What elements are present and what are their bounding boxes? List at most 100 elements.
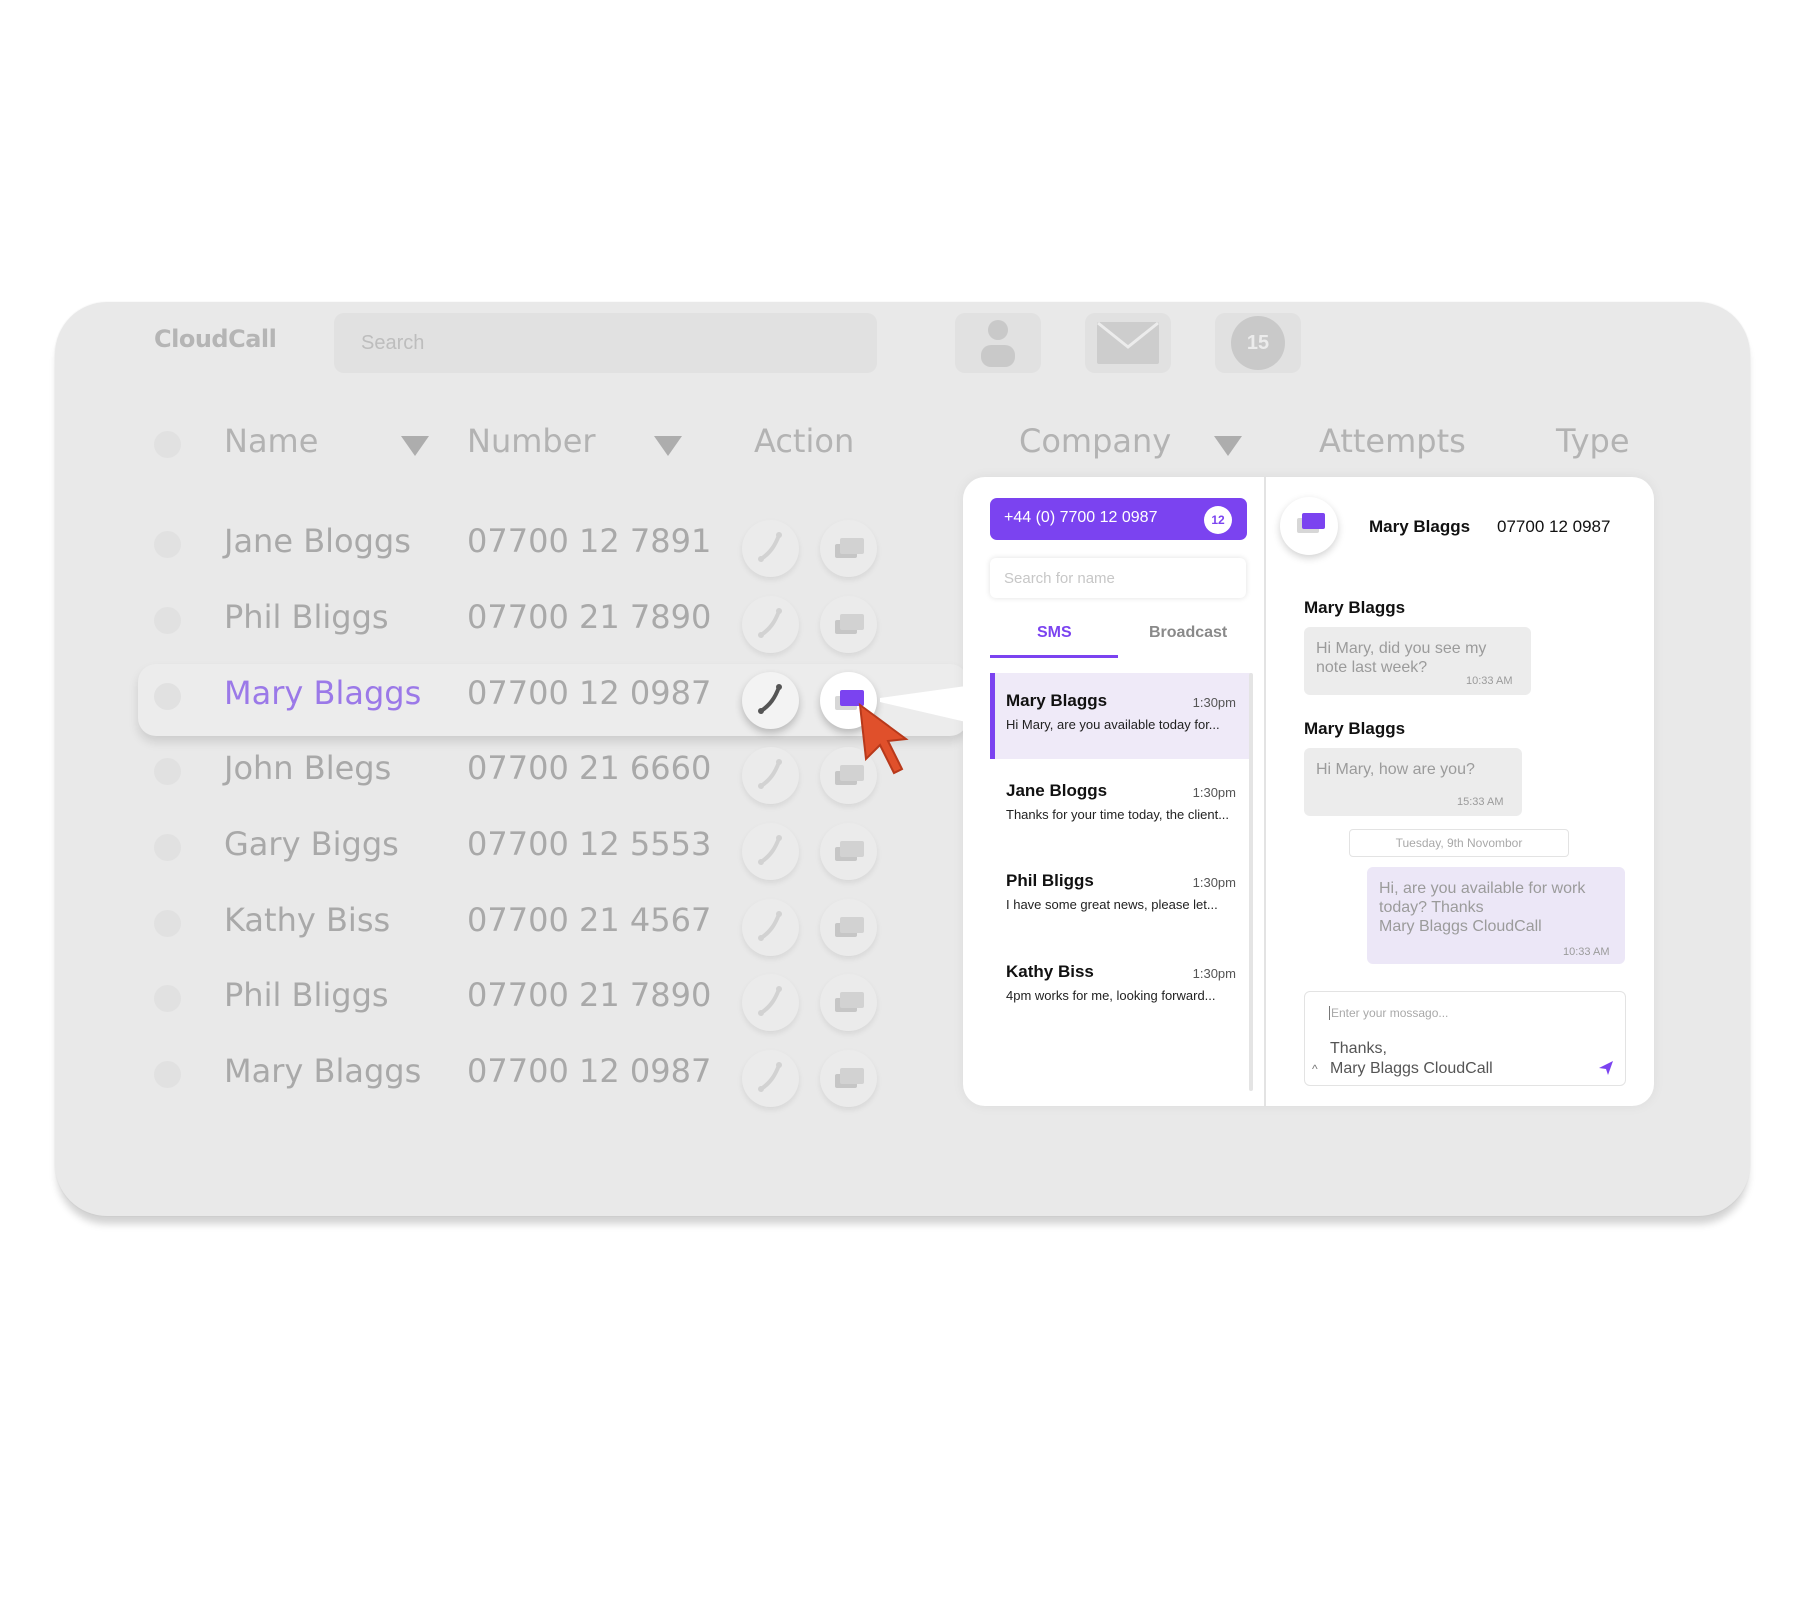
contact-name: Gary Biggs: [224, 825, 399, 863]
contact-number: 07700 12 0987: [467, 674, 712, 712]
conversation-name: Kathy Biss: [1006, 962, 1094, 981]
conversation-preview: Thanks for your time today, the client..…: [1006, 807, 1230, 822]
contact-number: 07700 12 0987: [467, 1052, 712, 1090]
sort-company-icon[interactable]: [1214, 436, 1242, 456]
select-all-checkbox[interactable]: [154, 431, 181, 458]
contact-number: 07700 12 5553: [467, 825, 712, 863]
conversation-item[interactable]: Phil Bliggs 1:30pm I have some great new…: [990, 853, 1252, 939]
conversation-time: 1:30pm: [1192, 966, 1236, 981]
search-placeholder: Search: [361, 332, 425, 354]
active-tab-indicator: [990, 655, 1118, 658]
notifications-button[interactable]: 15: [1215, 313, 1301, 373]
conversation-search-input[interactable]: Search for name: [990, 558, 1246, 598]
unread-count-badge: 12: [1204, 506, 1232, 534]
search-input[interactable]: Search: [334, 313, 877, 373]
sms-button[interactable]: [820, 596, 877, 653]
message-line: Hi, are you available for work: [1379, 880, 1586, 897]
conversation-item[interactable]: Kathy Biss 1:30pm 4pm works for me, look…: [990, 944, 1252, 1030]
message-text: Hi Mary, did you see my note last week?: [1316, 639, 1486, 677]
message-compose-field[interactable]: Enter your mossago... Thanks, ^ Mary Bla…: [1304, 991, 1626, 1086]
sms-button[interactable]: [820, 899, 877, 956]
contact-name: Mary Blaggs: [224, 674, 422, 712]
call-button[interactable]: [742, 974, 799, 1031]
contact-number: 07700 21 4567: [467, 901, 712, 939]
contact-name: Jane Bloggs: [224, 522, 411, 560]
contact-number: 07700 21 7890: [467, 976, 712, 1014]
contact-number: 07700 12 7891: [467, 522, 712, 560]
chat-icon: [835, 538, 864, 558]
header-action: Action: [754, 422, 855, 460]
header-type: Type: [1556, 422, 1630, 460]
chat-icon: [835, 841, 864, 861]
phone-icon: [758, 759, 782, 789]
message-text: Hi Mary, how are you?: [1316, 761, 1475, 778]
signature-line: Mary Blaggs CloudCall: [1330, 1060, 1493, 1077]
phone-icon: [758, 911, 782, 941]
phone-icon: [758, 608, 782, 638]
date-separator-text: Tuesday, 9th Novombor: [1395, 836, 1523, 850]
sms-button[interactable]: [820, 974, 877, 1031]
message-line: today? Thanks: [1379, 899, 1484, 916]
sms-button[interactable]: [820, 823, 877, 880]
call-button[interactable]: [742, 596, 799, 653]
notification-badge: 15: [1231, 316, 1285, 370]
outgoing-message: Hi, are you available for work today? Th…: [1367, 867, 1625, 964]
send-icon[interactable]: [1598, 1060, 1614, 1076]
sms-button[interactable]: [820, 520, 877, 577]
contact-name: Mary Blaggs: [224, 1052, 422, 1090]
row-checkbox[interactable]: [154, 985, 181, 1012]
message-sender: Mary Blaggs: [1304, 598, 1406, 617]
conversation-name: Mary Blaggs: [1006, 691, 1108, 710]
profile-button[interactable]: [955, 313, 1041, 373]
row-checkbox[interactable]: [154, 531, 181, 558]
call-button[interactable]: [742, 899, 799, 956]
sort-name-icon[interactable]: [401, 436, 429, 456]
row-checkbox[interactable]: [154, 834, 181, 861]
contact-number: 07700 21 7890: [467, 598, 712, 636]
signature-line: Thanks,: [1330, 1040, 1387, 1057]
conversation-time: 1:30pm: [1192, 695, 1236, 710]
message-sender: Mary Blaggs: [1304, 719, 1406, 738]
contact-name: John Blegs: [224, 749, 392, 787]
expand-chevron-icon[interactable]: ^: [1312, 1062, 1318, 1076]
call-button[interactable]: [742, 520, 799, 577]
chat-icon: [835, 614, 864, 634]
contact-name: Kathy Biss: [224, 901, 391, 939]
contact-avatar: [1280, 497, 1338, 555]
conversation-item[interactable]: Jane Bloggs 1:30pm Thanks for your time …: [990, 763, 1252, 849]
header-company[interactable]: Company: [1019, 422, 1171, 460]
header-name[interactable]: Name: [224, 422, 318, 460]
row-checkbox[interactable]: [154, 910, 181, 937]
call-button[interactable]: [742, 823, 799, 880]
row-checkbox[interactable]: [154, 607, 181, 634]
tab-broadcast[interactable]: Broadcast: [1149, 624, 1227, 642]
row-checkbox[interactable]: [154, 758, 181, 785]
contact-number: 07700 21 6660: [467, 749, 712, 787]
tab-sms[interactable]: SMS: [1037, 624, 1072, 642]
conversation-preview: 4pm works for me, looking forward...: [1006, 988, 1216, 1003]
message-line: Hi Mary, did you see my: [1316, 640, 1487, 657]
call-button[interactable]: [742, 1050, 799, 1107]
call-button[interactable]: [742, 672, 799, 729]
phone-number: +44 (0) 7700 12 0987: [1004, 509, 1158, 526]
call-button[interactable]: [742, 747, 799, 804]
messages-button[interactable]: [1085, 313, 1171, 373]
conversation-scrollbar[interactable]: [1249, 673, 1253, 1091]
message-line: Mary Blaggs CloudCall: [1379, 918, 1542, 935]
notification-count: 15: [1246, 332, 1270, 354]
conversation-item[interactable]: Mary Blaggs 1:30pm Hi Mary, are you avai…: [990, 673, 1252, 759]
message-line: note last week?: [1316, 659, 1428, 676]
row-checkbox[interactable]: [154, 683, 181, 710]
header-number[interactable]: Number: [467, 422, 596, 460]
sort-number-icon[interactable]: [654, 436, 682, 456]
phone-icon: [758, 532, 782, 562]
conversation-preview: Hi Mary, are you available today for...: [1006, 717, 1220, 732]
app-logo: CloudCall: [154, 325, 277, 353]
compose-placeholder: Enter your mossago...: [1331, 1006, 1449, 1020]
conversation-preview: I have some great news, please let...: [1006, 897, 1218, 912]
contact-name: Phil Bliggs: [224, 976, 389, 1014]
row-checkbox[interactable]: [154, 1061, 181, 1088]
chat-icon: [835, 992, 864, 1012]
sms-button[interactable]: [820, 1050, 877, 1107]
chat-icon: [835, 917, 864, 937]
